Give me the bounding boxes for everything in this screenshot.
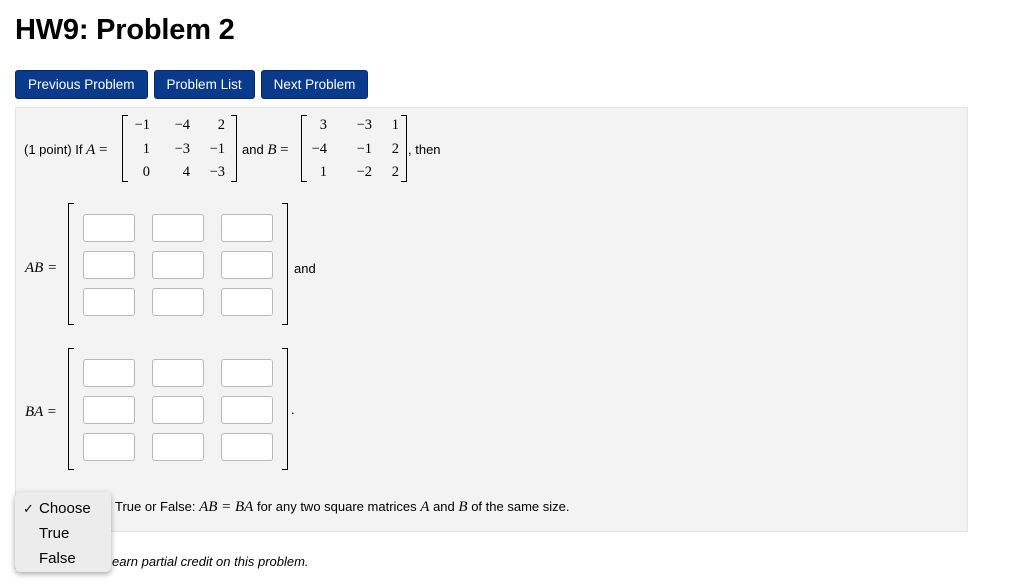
ba-entry-input[interactable] — [152, 433, 204, 461]
ba-after-text: . — [291, 402, 295, 417]
tf-and: and — [433, 499, 455, 514]
ab-entry-input[interactable] — [221, 214, 273, 242]
previous-problem-button[interactable]: Previous Problem — [15, 70, 148, 99]
matrix-a-cell: −4 — [174, 117, 190, 133]
matrix-a-cell: −1 — [209, 141, 225, 157]
ab-entry-input[interactable] — [152, 288, 204, 316]
matrix-a-cell: −3 — [209, 164, 225, 180]
matrix-b-cell: 3 — [319, 117, 327, 133]
true-false-dropdown-menu[interactable]: ✓ Choose True False — [15, 492, 111, 572]
option-label: True — [39, 525, 70, 542]
ba-entry-input[interactable] — [221, 433, 273, 461]
next-problem-button[interactable]: Next Problem — [260, 70, 369, 99]
matrix-b-cell: 2 — [391, 164, 399, 180]
matrix-a-cell: 0 — [142, 164, 150, 180]
and-b-text: and B = — [242, 142, 289, 159]
matrix-b-cell: 1 — [391, 117, 399, 133]
tf-pre: True or False: — [115, 499, 196, 514]
ba-entry-input[interactable] — [152, 359, 204, 387]
checkmark-icon: ✓ — [23, 501, 34, 516]
tf-post: of the same size. — [471, 499, 570, 514]
tf-math: AB = BA — [199, 499, 254, 515]
matrix-a-cell: 1 — [142, 141, 150, 157]
intro-text: (1 point) If — [24, 142, 83, 157]
problem-box — [15, 107, 968, 532]
equals-sign-b: = — [280, 142, 289, 158]
tf-mid: for any two square matrices — [256, 499, 417, 514]
matrix-b-cell: −4 — [311, 141, 327, 157]
ab-entry-input[interactable] — [83, 251, 135, 279]
tf-var-b: B — [458, 499, 468, 515]
matrix-a-cell: 4 — [182, 164, 190, 180]
var-a: A — [86, 142, 96, 158]
ab-entry-input[interactable] — [221, 288, 273, 316]
then-text: , then — [408, 142, 441, 157]
dropdown-option-choose[interactable]: ✓ Choose — [15, 498, 111, 523]
ab-left-bracket — [68, 203, 74, 325]
true-false-statement: True or False: AB = BA for any two squar… — [115, 499, 569, 516]
dropdown-option-true[interactable]: True — [15, 523, 111, 548]
ba-entry-input[interactable] — [152, 396, 204, 424]
matrix-a-cell: −1 — [134, 117, 150, 133]
ab-right-bracket — [282, 203, 288, 325]
matrix-b-cell: 1 — [319, 164, 327, 180]
matrix-b-cell: −2 — [356, 164, 372, 180]
ba-entry-input[interactable] — [83, 433, 135, 461]
ab-entry-input[interactable] — [152, 214, 204, 242]
ba-entry-input[interactable] — [221, 396, 273, 424]
tf-var-a: A — [420, 499, 430, 515]
problem-intro: (1 point) If A = — [24, 142, 107, 159]
ab-label: AB = — [25, 260, 58, 276]
ab-entry-input[interactable] — [83, 214, 135, 242]
ba-right-bracket — [282, 348, 288, 470]
ab-after-text: and — [294, 261, 316, 276]
matrix-a-right-bracket — [231, 115, 237, 182]
dropdown-option-false[interactable]: False — [15, 548, 111, 573]
problem-nav: Previous Problem Problem List Next Probl… — [15, 70, 369, 99]
option-label: False — [39, 550, 76, 567]
matrix-a-cell: 2 — [217, 117, 225, 133]
and-text: and — [242, 142, 264, 157]
ba-entry-input[interactable] — [83, 396, 135, 424]
matrix-b-cell: −3 — [356, 117, 372, 133]
ba-left-bracket — [68, 348, 74, 470]
partial-credit-text: earn partial credit on this problem. — [112, 554, 309, 569]
ab-entry-input[interactable] — [83, 288, 135, 316]
option-label: Choose — [39, 500, 91, 517]
ba-entry-input[interactable] — [221, 359, 273, 387]
var-b: B — [267, 142, 277, 158]
page-title: HW9: Problem 2 — [15, 14, 235, 46]
ab-entry-input[interactable] — [152, 251, 204, 279]
matrix-b-right-bracket — [401, 115, 407, 182]
ba-entry-input[interactable] — [83, 359, 135, 387]
matrix-b-cell: −1 — [356, 141, 372, 157]
ba-label: BA = — [25, 404, 57, 420]
ab-entry-input[interactable] — [221, 251, 273, 279]
matrix-b-cell: 2 — [391, 141, 399, 157]
problem-list-button[interactable]: Problem List — [153, 70, 255, 99]
equals-sign: = — [98, 142, 108, 158]
matrix-a-cell: −3 — [174, 141, 190, 157]
